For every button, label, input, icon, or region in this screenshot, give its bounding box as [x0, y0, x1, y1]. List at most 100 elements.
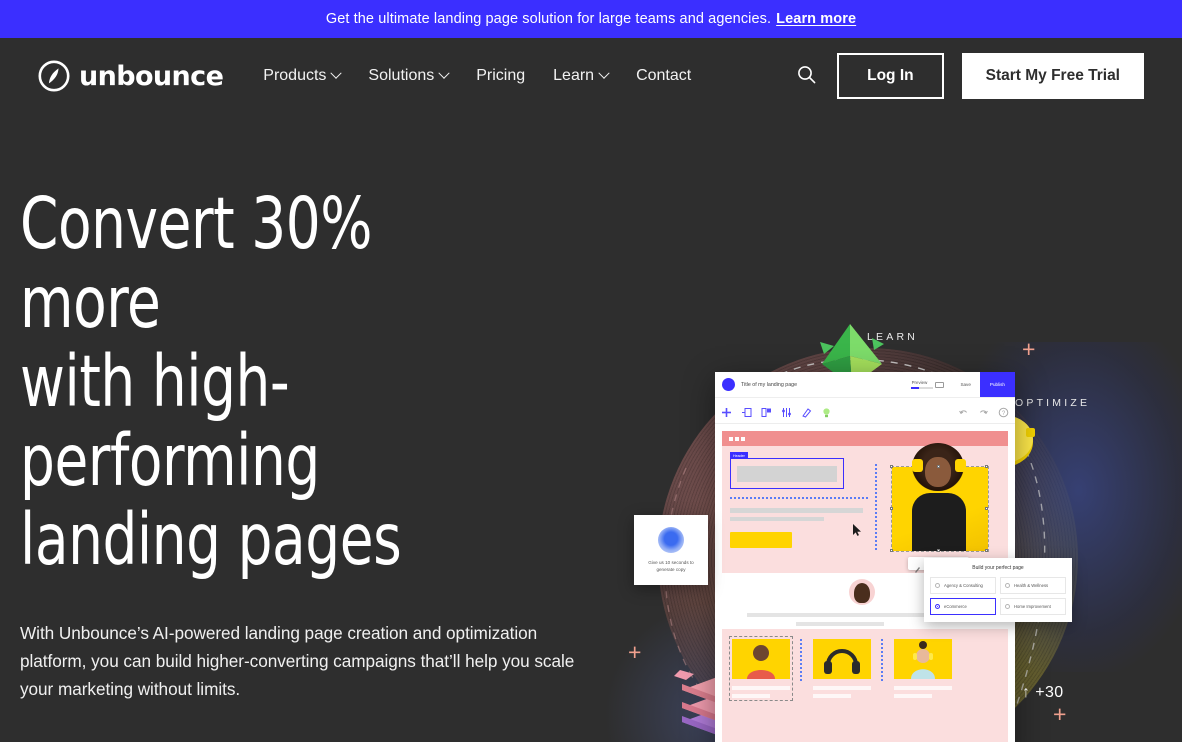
canvas-avatar	[849, 579, 875, 605]
builder-logo-icon	[722, 378, 735, 391]
nav-item-label: Pricing	[476, 67, 526, 84]
nav-item-learn[interactable]: Learn	[553, 67, 610, 85]
canvas-product-image	[894, 639, 952, 679]
main-navigation: unbounce Products Solutions Pricing Lear…	[0, 38, 1182, 114]
canvas-text-placeholder	[732, 686, 790, 690]
canvas-text-placeholder	[894, 694, 933, 698]
chevron-down-icon	[598, 67, 610, 79]
persona-option-health-wellness[interactable]: Health & Wellness	[1000, 577, 1066, 594]
help-icon[interactable]: ?	[998, 405, 1009, 418]
nav-item-solutions[interactable]: Solutions	[368, 67, 450, 85]
canvas-product-image	[813, 639, 871, 679]
persona-option-home-improvement[interactable]: Home Improvement	[1000, 598, 1066, 615]
canvas-cta-button[interactable]	[730, 532, 792, 548]
canvas-selected-header-element[interactable]: Header	[730, 452, 844, 489]
start-free-trial-button[interactable]: Start My Free Trial	[961, 53, 1144, 99]
landing-page-builder-window: Title of my landing page Preview Save Pu…	[715, 372, 1015, 742]
radio-icon	[1005, 604, 1010, 609]
canvas-text-placeholder	[813, 686, 871, 690]
chevron-down-icon	[438, 67, 450, 79]
headphone-left-icon	[912, 459, 923, 472]
add-icon[interactable]	[721, 405, 732, 417]
canvas-hero-section: Header	[722, 431, 1008, 573]
ai-copy-generation-card: Give us 10 seconds to generate copy	[634, 515, 708, 585]
canvas-column-guide	[800, 639, 802, 681]
builder-toolbar: ?	[715, 398, 1015, 424]
ai-copy-card-text: Give us 10 seconds to generate copy	[648, 559, 694, 572]
canvas-products-section	[722, 629, 1008, 742]
builder-topbar: Title of my landing page Preview Save Pu…	[715, 372, 1015, 398]
builder-preview-label: Preview	[911, 380, 928, 386]
canvas-element-label: Header	[730, 452, 748, 459]
styles-icon[interactable]	[801, 405, 812, 418]
canvas-product-image	[732, 639, 790, 679]
canvas-text-placeholder	[730, 517, 824, 521]
redo-icon[interactable]	[978, 405, 989, 416]
nav-links: Products Solutions Pricing Learn Contact	[263, 67, 691, 85]
persona-option-label: Health & Wellness	[1014, 583, 1049, 588]
decorative-plus-icon: +	[1022, 336, 1036, 362]
persona-options-grid: Agency & Consulting Health & Wellness eC…	[930, 577, 1066, 615]
builder-publish-button[interactable]: Publish	[979, 372, 1015, 397]
decorative-plus-icon: +	[628, 639, 642, 665]
canvas-text-placeholder	[796, 622, 884, 626]
hero-copy: Convert 30% more with high-performing la…	[20, 114, 610, 742]
log-in-button[interactable]: Log In	[837, 53, 944, 99]
mouse-cursor-icon	[853, 523, 862, 541]
nav-item-label: Learn	[553, 67, 595, 84]
canvas-person-face	[925, 457, 951, 487]
builder-page-title: Title of my landing page	[741, 381, 798, 388]
brush-icon[interactable]	[914, 560, 921, 573]
persona-option-label: Home Improvement	[1014, 604, 1051, 609]
canvas-text-placeholder	[894, 686, 952, 690]
canvas-product-card[interactable]	[729, 636, 793, 701]
build-your-perfect-page-panel: Build your perfect page Agency & Consult…	[924, 558, 1072, 622]
canvas-product-card[interactable]	[813, 639, 871, 698]
canvas-person-body	[912, 493, 966, 551]
nav-actions: Log In Start My Free Trial	[793, 53, 1144, 99]
canvas-nav-dot	[729, 436, 733, 441]
search-button[interactable]	[793, 63, 819, 89]
canvas-vertical-guide	[875, 464, 877, 550]
canvas-placeholder-block	[737, 466, 837, 482]
canvas-nav-dot	[741, 436, 745, 441]
device-toggle-icon[interactable]	[935, 381, 945, 388]
ai-bulb-icon[interactable]	[821, 405, 832, 418]
logo-wordmark: unbounce	[79, 60, 224, 92]
builder-preview-control[interactable]: Preview	[911, 380, 934, 389]
nav-item-products[interactable]: Products	[263, 67, 343, 85]
canvas-product-card[interactable]	[894, 639, 952, 698]
chevron-down-icon	[330, 67, 343, 79]
search-icon	[797, 65, 816, 87]
nav-item-pricing[interactable]: Pricing	[476, 67, 525, 85]
sections-icon[interactable]	[741, 405, 752, 417]
canvas-alignment-guide	[730, 497, 870, 499]
nav-item-label: Solutions	[368, 67, 435, 84]
builder-save-button[interactable]: Save	[951, 382, 979, 387]
headphone-right-icon	[955, 459, 966, 472]
persona-option-ecommerce[interactable]: eCommerce	[930, 598, 996, 615]
nav-item-contact[interactable]: Contact	[636, 67, 691, 85]
radio-icon-selected	[935, 604, 940, 609]
canvas-text-placeholder	[730, 508, 863, 513]
canvas-nav-bar	[722, 431, 1008, 446]
canvas-column-guide	[881, 639, 883, 681]
ai-orb-icon	[658, 526, 684, 553]
announcement-text: Get the ultimate landing page solution f…	[325, 11, 772, 27]
canvas-text-placeholder	[732, 694, 771, 698]
unbounce-logo[interactable]: unbounce	[38, 60, 224, 92]
announcement-bar: Get the ultimate landing page solution f…	[0, 0, 1182, 38]
conversion-uplift-metric: ↑ +30	[1022, 684, 1064, 701]
templates-icon[interactable]	[761, 405, 772, 417]
persona-option-agency-consulting[interactable]: Agency & Consulting	[930, 577, 996, 594]
announcement-learn-more-link[interactable]: Learn more	[776, 11, 856, 27]
builder-preview-slider[interactable]	[911, 386, 934, 389]
undo-icon[interactable]	[958, 405, 969, 416]
variants-icon[interactable]	[781, 405, 792, 417]
persona-option-label: eCommerce	[944, 604, 967, 609]
nav-item-label: Products	[263, 67, 327, 84]
radio-icon	[1005, 583, 1010, 588]
canvas-text-placeholder	[747, 613, 933, 617]
unbounce-circle-logo-icon	[38, 60, 70, 92]
canvas-text-placeholder	[813, 694, 852, 698]
